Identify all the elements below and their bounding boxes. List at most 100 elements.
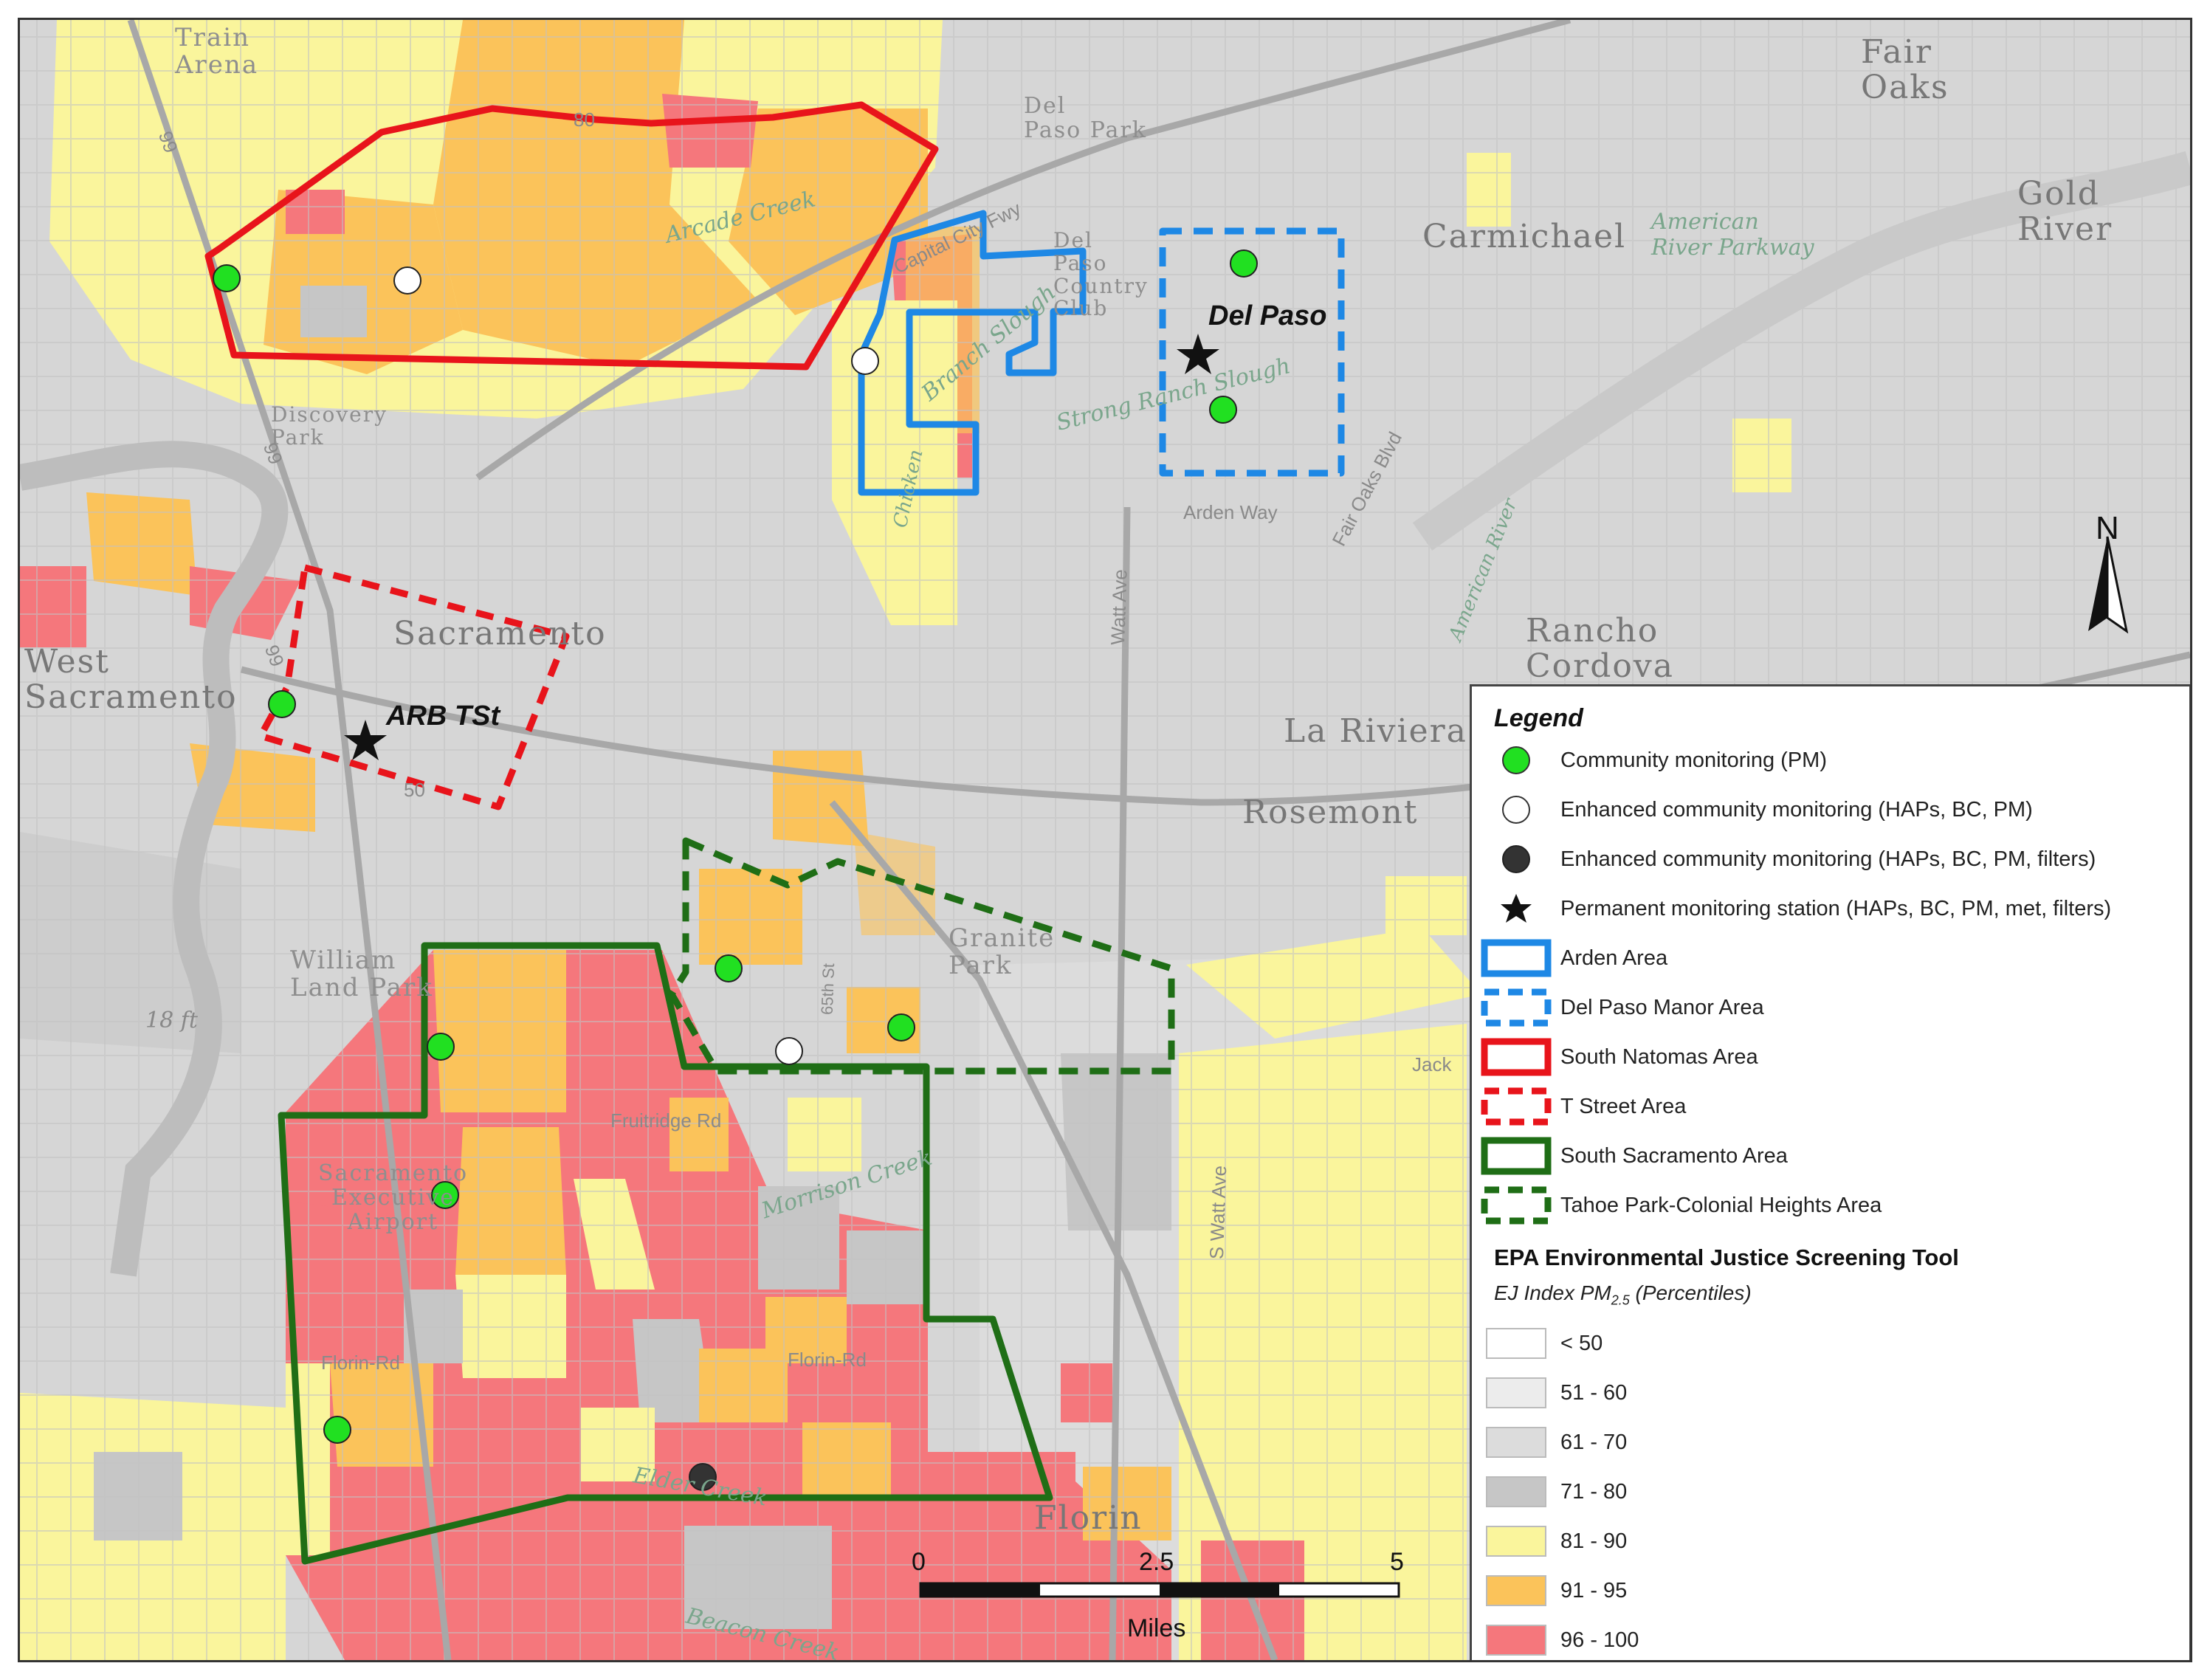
legend-item-dashed-box: T Street Area	[1472, 1084, 1686, 1129]
place-gold-river: Gold River	[2017, 175, 2113, 249]
legend-item-label: Community monitoring (PM)	[1560, 748, 1827, 772]
place-la-riviera: La Riviera	[1284, 712, 1467, 750]
class-label: 61 - 70	[1560, 1430, 1628, 1454]
ej-subtitle-prefix: EJ Index PM	[1494, 1281, 1611, 1304]
legend-item-label: Arden Area	[1560, 946, 1668, 970]
community-monitor-dot	[213, 264, 241, 292]
class-swatch-holder	[1472, 1321, 1560, 1366]
legend-item-label: Tahoe Park-Colonial Heights Area	[1560, 1193, 1882, 1217]
scale-tick-5: 5	[1390, 1548, 1404, 1576]
community-monitor-dot	[427, 1033, 455, 1061]
class-swatch-holder	[1472, 1420, 1560, 1464]
road-arden-way: Arden Way	[1183, 501, 1278, 523]
legend-item-solid-box: Arden Area	[1472, 936, 1667, 980]
legend-class: < 50	[1472, 1321, 1603, 1366]
ej-title: EPA Environmental Justice Screening Tool	[1494, 1244, 1959, 1270]
legend-item-label: Permanent monitoring station (HAPs, BC, …	[1560, 896, 2112, 920]
legend-item-label: South Natomas Area	[1560, 1044, 1758, 1069]
class-label: 51 - 60	[1560, 1380, 1628, 1405]
road-watt-ave: Watt Ave	[1106, 568, 1132, 646]
place-william-land-park: William Land Park	[290, 946, 433, 1003]
legend-class: 91 - 95	[1472, 1569, 1627, 1613]
community-monitor-dot	[1209, 396, 1237, 424]
class-swatch	[1486, 1625, 1546, 1656]
class-swatch-holder	[1472, 1371, 1560, 1415]
road-i50: 50	[404, 779, 425, 801]
legend-title: Legend	[1494, 704, 1583, 732]
legend-item-green-dot: Community monitoring (PM)	[1472, 738, 1827, 782]
community-monitor-dot	[715, 954, 743, 982]
legend-item-label: South Sacramento Area	[1560, 1143, 1788, 1168]
class-swatch	[1486, 1526, 1546, 1557]
place-carmichael: Carmichael	[1422, 218, 1627, 255]
place-train-arena: Train Arena	[175, 23, 259, 80]
class-swatch-holder	[1472, 1519, 1560, 1563]
site-label-del-paso: Del Paso	[1208, 300, 1327, 331]
ej-subtitle-sub: 2.5	[1611, 1292, 1630, 1308]
place-florin: Florin	[1034, 1499, 1143, 1537]
legend-class: 51 - 60	[1472, 1371, 1627, 1415]
legend-item-label: Enhanced community monitoring (HAPs, BC,…	[1560, 797, 2033, 822]
legend-class: 71 - 80	[1472, 1470, 1627, 1514]
legend-item-label: Enhanced community monitoring (HAPs, BC,…	[1560, 847, 2096, 871]
dashed-box-icon	[1472, 985, 1560, 1030]
legend-item-white-dot: Enhanced community monitoring (HAPs, BC,…	[1472, 788, 2033, 832]
road-florin-rd-east: Florin-Rd	[788, 1349, 867, 1371]
class-label: 71 - 80	[1560, 1479, 1628, 1504]
place-west-sacramento: West Sacramento	[24, 643, 238, 717]
legend-panel: Legend Community monitoring (PM) Enhanced…	[1470, 684, 2190, 1660]
legend-class: 96 - 100	[1472, 1618, 1639, 1660]
legend-item-black-dot: Enhanced community monitoring (HAPs, BC,…	[1472, 837, 2096, 881]
legend-item-label: Del Paso Manor Area	[1560, 995, 1764, 1019]
enhanced-monitor-dot	[851, 347, 879, 375]
dashed-box-icon	[1472, 1183, 1560, 1228]
ej-subtitle: EJ Index PM2.5 (Percentiles)	[1494, 1281, 1752, 1309]
place-del-paso-country-club: Del Paso Country Club	[1053, 228, 1149, 321]
class-swatch	[1486, 1476, 1546, 1507]
class-swatch	[1486, 1575, 1546, 1606]
class-label: < 50	[1560, 1331, 1603, 1355]
label-american-river-parkway: American River Parkway	[1651, 209, 1814, 261]
star-icon	[1472, 887, 1560, 931]
scale-tick-0: 0	[912, 1548, 926, 1576]
place-rancho-cordova: Rancho Cordova	[1526, 612, 1674, 686]
site-label-arb-tst: ARB TSt	[386, 700, 500, 731]
place-sacramento: Sacramento	[393, 615, 607, 653]
community-monitor-dot	[268, 690, 296, 718]
dashed-box-icon	[1472, 1084, 1560, 1129]
place-discovery-park: Discovery Park	[271, 402, 388, 450]
class-swatch-holder	[1472, 1618, 1560, 1660]
legend-item-solid-box: South Sacramento Area	[1472, 1134, 1788, 1178]
place-sacramento-executive-airport: Sacramento Executive Airport	[318, 1160, 469, 1235]
legend-item-dashed-box: Tahoe Park-Colonial Heights Area	[1472, 1183, 1882, 1228]
class-label: 91 - 95	[1560, 1578, 1628, 1602]
place-rosemont: Rosemont	[1242, 793, 1419, 831]
class-label: 81 - 90	[1560, 1529, 1628, 1553]
label-elevation: 18 ft	[145, 1008, 198, 1033]
class-swatch-holder	[1472, 1470, 1560, 1514]
class-swatch	[1486, 1377, 1546, 1408]
solid-box-icon	[1472, 1134, 1560, 1178]
class-swatch	[1486, 1328, 1546, 1359]
solid-box-icon	[1472, 936, 1560, 980]
class-label: 96 - 100	[1560, 1628, 1639, 1652]
scale-tick-2-5: 2.5	[1139, 1548, 1174, 1576]
scale-bar	[919, 1582, 1400, 1598]
enhanced-monitor-dot	[775, 1037, 803, 1065]
community-monitor-dot	[323, 1416, 351, 1444]
map-frame[interactable]: Train Arena Fair Oaks Del Paso Park Gold…	[18, 18, 2192, 1662]
road-65th-st: 65th St	[817, 963, 839, 1016]
road-florin-rd-west: Florin-Rd	[321, 1352, 400, 1374]
road-jackson: Jack	[1412, 1053, 1452, 1075]
legend-item-label: T Street Area	[1560, 1094, 1687, 1118]
road-i80: 80	[574, 109, 595, 131]
legend-item-dashed-box: Del Paso Manor Area	[1472, 985, 1764, 1030]
class-swatch	[1486, 1427, 1546, 1458]
legend-class: 61 - 70	[1472, 1420, 1627, 1464]
place-fair-oaks: Fair Oaks	[1861, 33, 1949, 107]
ej-subtitle-suffix: (Percentiles)	[1629, 1281, 1752, 1304]
enhanced-monitor-dot	[393, 266, 421, 295]
solid-box-icon	[1472, 1035, 1560, 1079]
legend-class: 81 - 90	[1472, 1519, 1627, 1563]
road-fruitridge-rd: Fruitridge Rd	[610, 1109, 722, 1132]
